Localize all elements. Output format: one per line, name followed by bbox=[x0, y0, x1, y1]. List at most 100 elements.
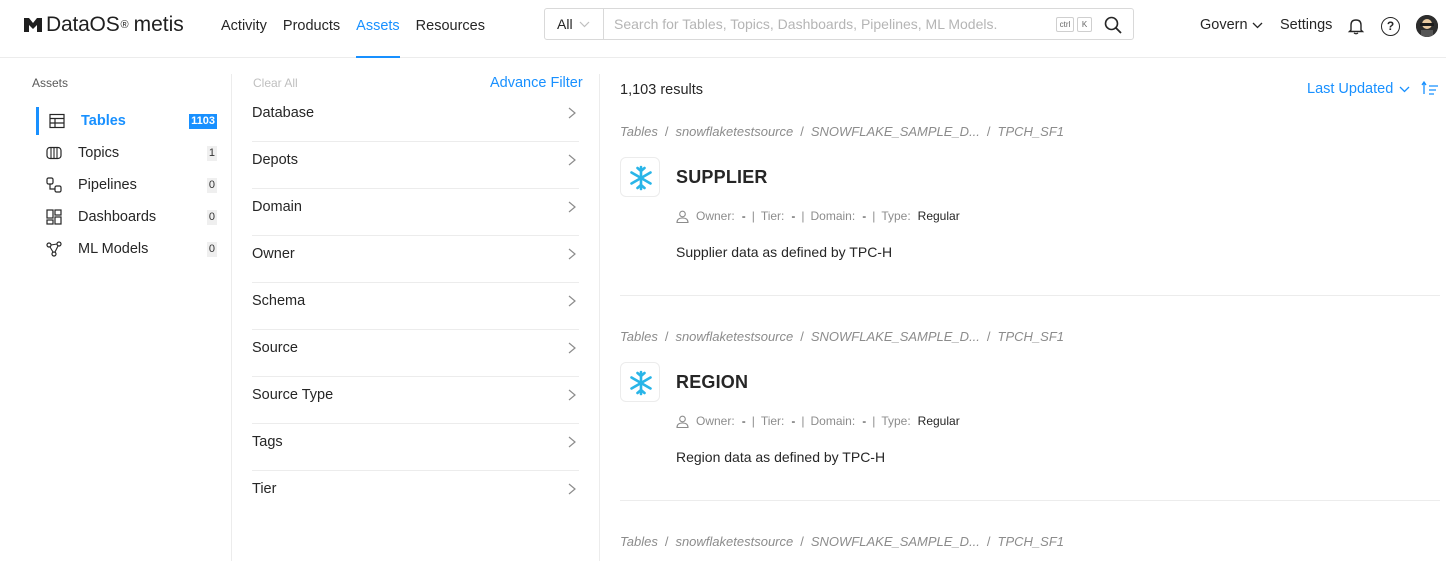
kbd-k-hint: K bbox=[1077, 17, 1092, 32]
kbd-ctrl-hint: ctrl bbox=[1056, 17, 1074, 32]
asset-description: Region data as defined by TPC-H bbox=[676, 449, 886, 465]
breadcrumb-item[interactable]: snowflaketestsource bbox=[675, 329, 793, 344]
breadcrumb-item[interactable]: Tables bbox=[620, 329, 658, 344]
breadcrumb: Tables / snowflaketestsource / SNOWFLAKE_SAM… bbox=[620, 329, 1065, 344]
owner-label: Owner: bbox=[696, 209, 735, 223]
chevron-right-icon bbox=[568, 342, 576, 354]
sidebar-item-label: Topics bbox=[78, 145, 120, 161]
filter-tier[interactable]: Tier bbox=[252, 471, 579, 518]
breadcrumb-item[interactable]: Tables bbox=[620, 534, 658, 549]
filter-label: Domain bbox=[252, 199, 302, 215]
sidebar-item-label: Tables bbox=[81, 113, 126, 129]
ml-model-icon bbox=[46, 241, 62, 257]
chevron-right-icon bbox=[568, 154, 576, 166]
breadcrumb-item[interactable]: SNOWFLAKE_SAMPLE_D... bbox=[811, 124, 980, 139]
topic-icon bbox=[46, 146, 62, 160]
type-label: Type: bbox=[881, 209, 911, 223]
count-badge: 0 bbox=[206, 210, 217, 225]
asset-meta: Owner: - | Tier: - | Domain: - | Type: Regul… bbox=[676, 209, 960, 223]
count-badge: 0 bbox=[206, 242, 217, 257]
filter-database[interactable]: Database bbox=[252, 95, 579, 142]
bell-icon[interactable] bbox=[1347, 17, 1365, 35]
domain-label: Domain: bbox=[810, 414, 856, 428]
logo-registered: ® bbox=[120, 19, 129, 31]
search-scope-select[interactable]: All bbox=[545, 9, 604, 39]
filter-tags[interactable]: Tags bbox=[252, 424, 579, 471]
search-input[interactable] bbox=[614, 10, 1054, 38]
sidebar-item-tables[interactable]: Tables 1103 bbox=[36, 107, 218, 135]
asset-meta: Owner: - | Tier: - | Domain: - | Type: Regul… bbox=[676, 414, 960, 428]
count-badge: 1 bbox=[206, 146, 217, 161]
sort-select[interactable]: Last Updated bbox=[1307, 81, 1410, 97]
sort-direction-icon[interactable] bbox=[1421, 80, 1439, 98]
sidebar-item-label: ML Models bbox=[78, 241, 149, 257]
asset-card[interactable]: Tables / snowflaketestsource / SNOWFLAKE_SAM… bbox=[620, 329, 1440, 501]
app-logo[interactable]: DataOS ® metis bbox=[24, 12, 184, 38]
asset-card[interactable]: Tables / snowflaketestsource / SNOWFLAKE_SAM… bbox=[620, 534, 1440, 561]
nav-activity[interactable]: Activity bbox=[221, 0, 267, 58]
table-icon bbox=[49, 113, 65, 129]
type-value: Regular bbox=[917, 209, 960, 223]
dashboard-icon bbox=[46, 209, 62, 225]
tier-value: - bbox=[791, 209, 796, 223]
asset-name-link[interactable]: SUPPLIER bbox=[676, 167, 768, 188]
nav-products[interactable]: Products bbox=[283, 0, 340, 58]
govern-menu[interactable]: Govern bbox=[1200, 17, 1263, 33]
chevron-right-icon bbox=[568, 107, 576, 119]
advance-filter-button[interactable]: Advance Filter bbox=[490, 75, 583, 91]
breadcrumb-item[interactable]: TPCH_SF1 bbox=[998, 534, 1064, 549]
filter-label: Tier bbox=[252, 481, 277, 497]
tier-label: Tier: bbox=[760, 209, 785, 223]
nav-resources[interactable]: Resources bbox=[416, 0, 485, 58]
filter-label: Source bbox=[252, 340, 298, 356]
filter-owner[interactable]: Owner bbox=[252, 236, 579, 283]
clear-all-button[interactable]: Clear All bbox=[253, 76, 298, 90]
sidebar-item-ml-models[interactable]: ML Models 0 bbox=[36, 235, 218, 263]
user-avatar[interactable] bbox=[1416, 15, 1438, 37]
count-badge: 1103 bbox=[189, 114, 217, 129]
breadcrumb-item[interactable]: snowflaketestsource bbox=[675, 124, 793, 139]
filter-label: Schema bbox=[252, 293, 306, 309]
owner-label: Owner: bbox=[696, 414, 735, 428]
chevron-down-icon bbox=[1252, 22, 1263, 28]
tier-label: Tier: bbox=[760, 414, 785, 428]
owner-value: - bbox=[741, 414, 746, 428]
filter-label: Source Type bbox=[252, 387, 334, 403]
breadcrumb-item[interactable]: snowflaketestsource bbox=[675, 534, 793, 549]
logo-product: metis bbox=[133, 13, 184, 36]
filter-source-type[interactable]: Source Type bbox=[252, 377, 579, 424]
sort-label: Last Updated bbox=[1307, 81, 1394, 97]
filter-domain[interactable]: Domain bbox=[252, 189, 579, 236]
sidebar-item-label: Dashboards bbox=[78, 209, 157, 225]
asset-card[interactable]: Tables / snowflaketestsource / SNOWFLAKE_SAM… bbox=[620, 124, 1440, 296]
breadcrumb-item[interactable]: SNOWFLAKE_SAMPLE_D... bbox=[811, 534, 980, 549]
results-count: 1,103 results bbox=[620, 82, 704, 98]
search-icon[interactable] bbox=[1104, 16, 1122, 34]
count-badge: 0 bbox=[206, 178, 217, 193]
breadcrumb-item[interactable]: SNOWFLAKE_SAMPLE_D... bbox=[811, 329, 980, 344]
sidebar-item-pipelines[interactable]: Pipelines 0 bbox=[36, 171, 218, 199]
settings-link[interactable]: Settings bbox=[1280, 17, 1332, 33]
main-nav: Activity Products Assets Resources bbox=[221, 0, 501, 58]
breadcrumb-item[interactable]: Tables bbox=[620, 124, 658, 139]
asset-name-link[interactable]: REGION bbox=[676, 372, 748, 393]
domain-value: - bbox=[862, 414, 867, 428]
nav-assets[interactable]: Assets bbox=[356, 0, 400, 58]
filter-schema[interactable]: Schema bbox=[252, 283, 579, 330]
breadcrumb-item[interactable]: TPCH_SF1 bbox=[998, 329, 1064, 344]
filter-divider bbox=[599, 74, 600, 561]
filter-label: Tags bbox=[252, 434, 283, 450]
global-search: All ctrl K bbox=[544, 8, 1134, 40]
breadcrumb-item[interactable]: TPCH_SF1 bbox=[998, 124, 1064, 139]
sidebar-item-topics[interactable]: Topics 1 bbox=[36, 139, 218, 167]
owner-value: - bbox=[741, 209, 746, 223]
filter-depots[interactable]: Depots bbox=[252, 142, 579, 189]
owner-icon bbox=[676, 415, 689, 428]
sidebar-title: Assets bbox=[32, 76, 69, 90]
sidebar-item-dashboards[interactable]: Dashboards 0 bbox=[36, 203, 218, 231]
chevron-down-icon bbox=[579, 21, 589, 27]
chevron-down-icon bbox=[1399, 86, 1410, 92]
asset-description: Supplier data as defined by TPC-H bbox=[676, 244, 893, 260]
filter-source[interactable]: Source bbox=[252, 330, 579, 377]
help-icon[interactable]: ? bbox=[1381, 17, 1400, 36]
